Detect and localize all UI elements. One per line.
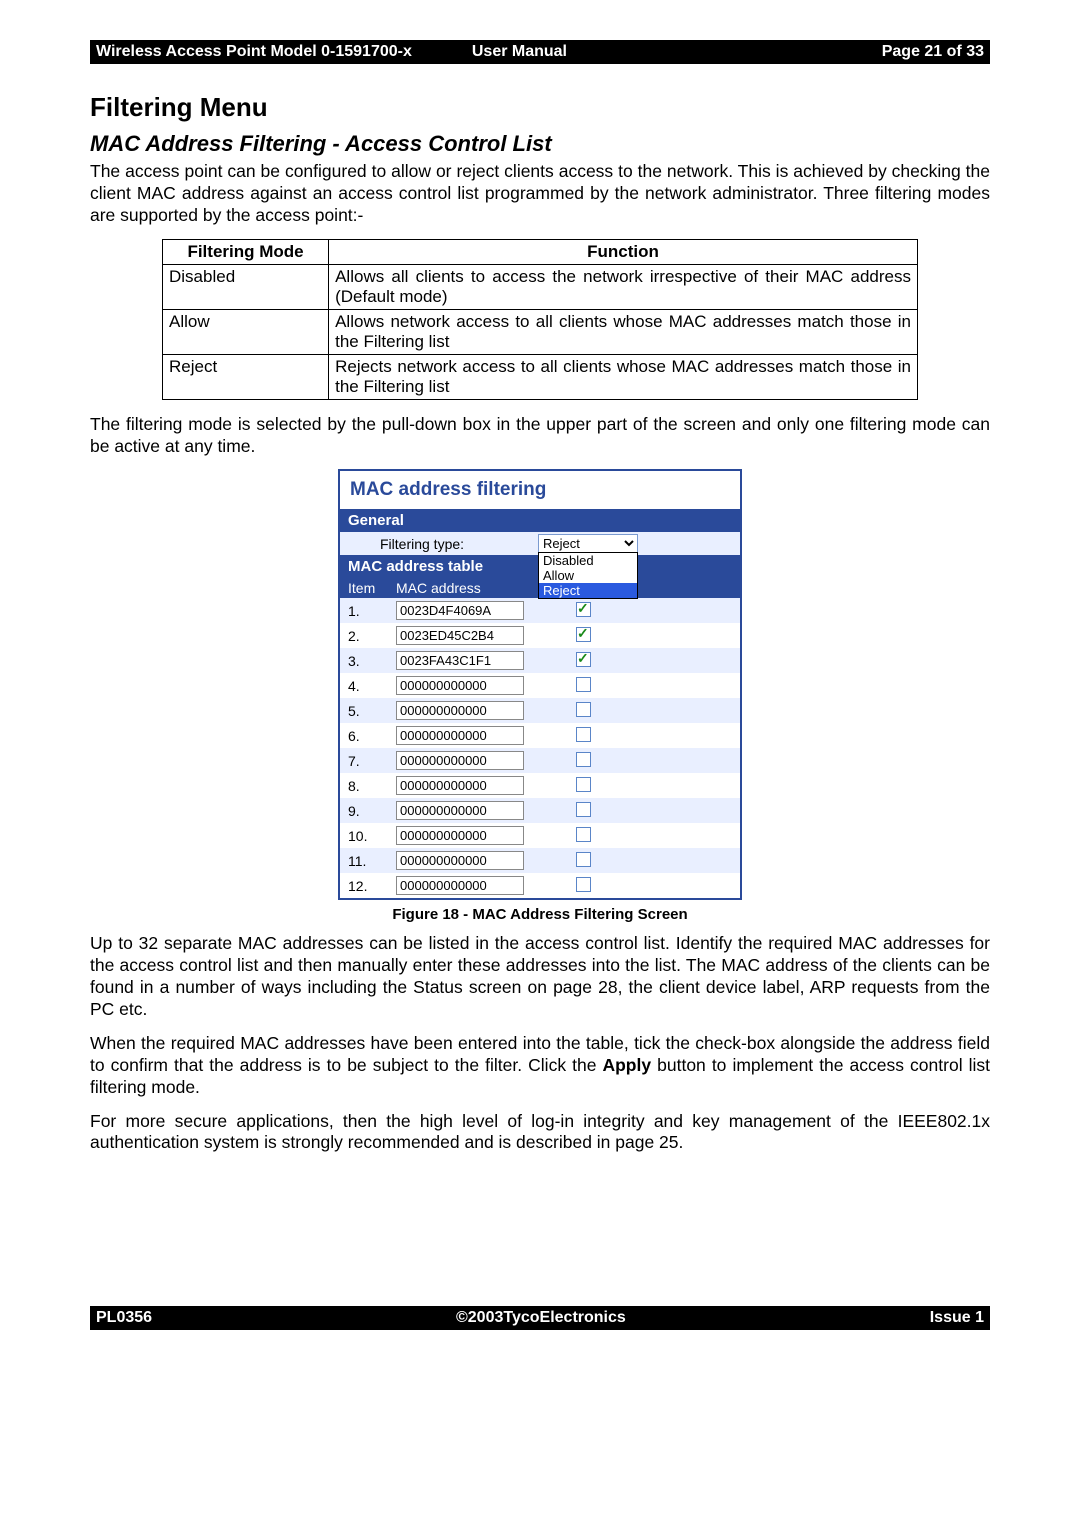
- mac-address-input[interactable]: [396, 601, 524, 620]
- mac-address-input[interactable]: [396, 876, 524, 895]
- mac-row-index: 10.: [340, 828, 396, 844]
- mac-filtering-panel: MAC address filtering General Filtering …: [338, 469, 742, 900]
- mac-address-input[interactable]: [396, 826, 524, 845]
- mac-row-index: 5.: [340, 703, 396, 719]
- mac-row: 7.: [340, 748, 740, 773]
- mac-address-input[interactable]: [396, 676, 524, 695]
- mac-row-checkbox[interactable]: [576, 677, 591, 692]
- footer-right: Issue 1: [930, 1309, 984, 1327]
- mac-row-checkbox[interactable]: [576, 752, 591, 767]
- paragraph-32-addresses: Up to 32 separate MAC addresses can be l…: [90, 933, 990, 1021]
- mac-row: 8.: [340, 773, 740, 798]
- mac-address-input[interactable]: [396, 776, 524, 795]
- mac-row-index: 11.: [340, 853, 396, 869]
- mac-row-index: 1.: [340, 603, 396, 619]
- dropdown-option-reject[interactable]: Reject: [539, 583, 637, 598]
- mac-row: 9.: [340, 798, 740, 823]
- mac-row-checkbox[interactable]: [576, 727, 591, 742]
- dropdown-option-disabled[interactable]: Disabled: [539, 553, 637, 568]
- mac-row-index: 9.: [340, 803, 396, 819]
- panel-title: MAC address filtering: [340, 471, 740, 509]
- mac-address-input[interactable]: [396, 701, 524, 720]
- mac-row-checkbox[interactable]: [576, 777, 591, 792]
- filtering-type-dropdown-list[interactable]: Disabled Allow Reject: [538, 552, 638, 599]
- footer-mid: ©2003TycoElectronics: [456, 1309, 626, 1327]
- mac-row: 10.: [340, 823, 740, 848]
- mac-row-index: 3.: [340, 653, 396, 669]
- mac-row-checkbox[interactable]: [576, 652, 591, 667]
- mac-row: 2.: [340, 623, 740, 648]
- mac-row: 6.: [340, 723, 740, 748]
- section-title: Filtering Menu: [90, 92, 990, 123]
- modes-th-function: Function: [329, 239, 918, 264]
- filtering-type-select[interactable]: Reject: [538, 534, 638, 553]
- paragraph-intro: The access point can be configured to al…: [90, 161, 990, 227]
- mac-row-checkbox[interactable]: [576, 627, 591, 642]
- footer-left: PL0356: [96, 1309, 152, 1327]
- mac-row: 1.: [340, 598, 740, 623]
- page-footer: PL0356 ©2003TycoElectronics Issue 1: [90, 1306, 990, 1330]
- paragraph-apply: When the required MAC addresses have bee…: [90, 1033, 990, 1099]
- mac-address-input[interactable]: [396, 751, 524, 770]
- col-header-item: Item: [340, 580, 396, 596]
- mac-address-input[interactable]: [396, 651, 524, 670]
- mac-row: 11.: [340, 848, 740, 873]
- general-bar: General: [340, 509, 740, 532]
- mac-row: 3.: [340, 648, 740, 673]
- modes-th-mode: Filtering Mode: [163, 239, 329, 264]
- mac-row-checkbox[interactable]: [576, 827, 591, 842]
- mac-row-index: 6.: [340, 728, 396, 744]
- filtering-type-row: Filtering type: Reject Disabled Allow Re…: [340, 532, 740, 555]
- mac-row-index: 8.: [340, 778, 396, 794]
- filtering-type-label: Filtering type:: [380, 536, 538, 552]
- paragraph-8021x: For more secure applications, then the h…: [90, 1111, 990, 1155]
- mac-row-index: 4.: [340, 678, 396, 694]
- mac-row-checkbox[interactable]: [576, 702, 591, 717]
- mac-row-checkbox[interactable]: [576, 852, 591, 867]
- mac-row-checkbox[interactable]: [576, 802, 591, 817]
- mac-address-input[interactable]: [396, 726, 524, 745]
- mac-address-input[interactable]: [396, 851, 524, 870]
- page-header: Wireless Access Point Model 0-1591700-x …: [90, 40, 990, 64]
- col-header-mac: MAC address: [396, 580, 546, 596]
- mac-address-input[interactable]: [396, 626, 524, 645]
- mac-row-index: 7.: [340, 753, 396, 769]
- header-left: Wireless Access Point Model 0-1591700-x: [96, 43, 472, 61]
- table-row: Disabled Allows all clients to access th…: [163, 264, 918, 309]
- mac-row-checkbox[interactable]: [576, 602, 591, 617]
- mac-row: 5.: [340, 698, 740, 723]
- table-row: Allow Allows network access to all clien…: [163, 309, 918, 354]
- dropdown-option-allow[interactable]: Allow: [539, 568, 637, 583]
- mac-row-index: 12.: [340, 878, 396, 894]
- figure-caption: Figure 18 - MAC Address Filtering Screen: [90, 906, 990, 923]
- subsection-title: MAC Address Filtering - Access Control L…: [90, 131, 990, 157]
- paragraph-filtering-mode: The filtering mode is selected by the pu…: [90, 414, 990, 458]
- header-mid: User Manual: [472, 43, 627, 61]
- mac-row-checkbox[interactable]: [576, 877, 591, 892]
- mac-row: 12.: [340, 873, 740, 898]
- mac-address-input[interactable]: [396, 801, 524, 820]
- table-row: Reject Rejects network access to all cli…: [163, 354, 918, 399]
- mac-row-index: 2.: [340, 628, 396, 644]
- mac-row: 4.: [340, 673, 740, 698]
- filtering-modes-table: Filtering Mode Function Disabled Allows …: [162, 239, 918, 400]
- header-right: Page 21 of 33: [882, 43, 984, 61]
